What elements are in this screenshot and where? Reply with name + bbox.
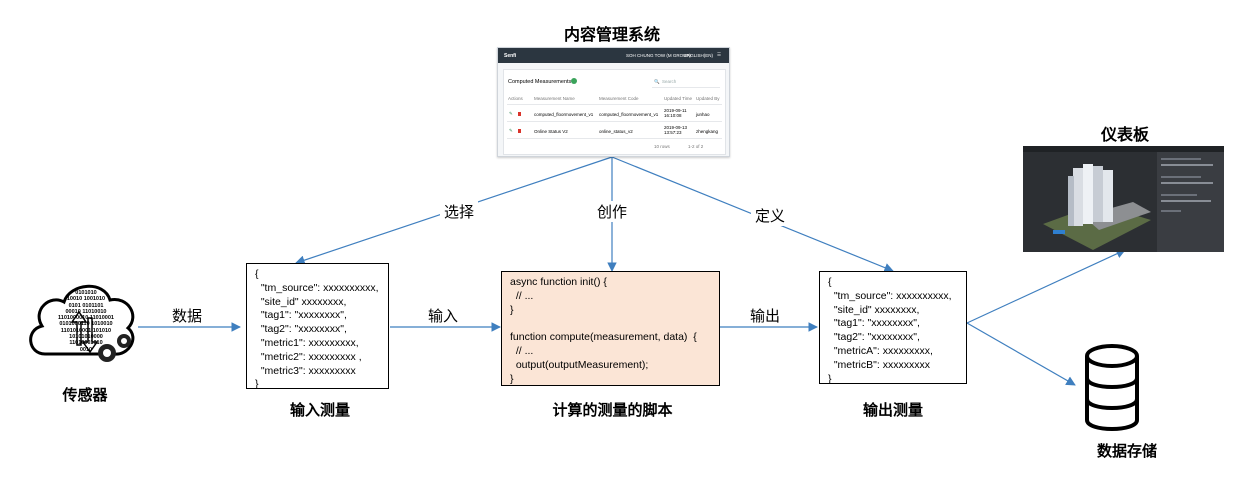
code-line: "metric2": xxxxxxxxx , xyxy=(255,350,362,363)
menu-icon[interactable]: ☰ xyxy=(717,52,721,58)
code-line: "tm_source": xxxxxxxxxx, xyxy=(255,281,379,294)
code-line: } xyxy=(510,372,514,385)
cms-user[interactable]: SOH CHUNG TOW (M GROUP) xyxy=(626,53,691,58)
building-3d-view xyxy=(1043,164,1151,250)
code-line: "site_id" xxxxxxxx, xyxy=(255,295,347,308)
table-cell: Online Status V2 xyxy=(534,129,568,134)
code-line: "metricB": xxxxxxxxx xyxy=(828,358,930,371)
cms-topbar: Senfi SOH CHUNG TOW (M GROUP) ENGLISH(EN… xyxy=(498,48,729,63)
input-measurement-title: 输入测量 xyxy=(289,402,350,419)
code-line: "tag1": "xxxxxxxx", xyxy=(255,309,347,322)
code-line: output(outputMeasurement); xyxy=(510,358,649,371)
storage-arrow xyxy=(966,322,1076,386)
code-line: "tag2": "xxxxxxxx", xyxy=(255,323,347,336)
code-line: async function init() { xyxy=(510,276,607,288)
code-line: function compute(measurement, data) { xyxy=(510,331,697,344)
column-header: Measurement Code xyxy=(599,96,639,101)
sensor-binary-text: 0101010 10010 1001010 0101 0101101 00010… xyxy=(42,290,130,353)
cms-title: 内容管理系统 xyxy=(563,27,660,44)
script-box: async function init() { // ...} function… xyxy=(501,271,720,386)
dashboard-arrow xyxy=(966,249,1126,324)
cms-card: Computed Measurements 🔍 Search Actions M… xyxy=(503,69,726,155)
code-line: } xyxy=(510,303,514,316)
add-icon[interactable] xyxy=(571,78,577,84)
input-measurement-box: { "tm_source": xxxxxxxxxx, "site_id" xxx… xyxy=(246,263,389,389)
code-line: { xyxy=(828,276,832,288)
database-icon xyxy=(1085,344,1139,431)
search-icon: 🔍 xyxy=(654,79,660,84)
column-header: Measurement Name xyxy=(534,96,575,101)
edge-label-define: 定义 xyxy=(751,205,790,226)
code-line: // ... xyxy=(510,344,534,357)
dashboard-screenshot xyxy=(1023,146,1224,252)
column-header: Actions xyxy=(508,96,523,101)
table-cell: online_status_v2 xyxy=(599,129,633,134)
code-line: "metric3": xxxxxxxxx xyxy=(255,364,356,377)
edit-icon[interactable]: ✎ xyxy=(509,111,513,117)
delete-icon[interactable] xyxy=(518,112,521,116)
edge-label-output: 输出 xyxy=(746,305,785,326)
page-info: 1-2 of 2 xyxy=(688,144,704,149)
dashboard-side-panel xyxy=(1157,152,1224,252)
code-line: "tag1": "xxxxxxxx", xyxy=(828,317,920,330)
binary-line: 0010 xyxy=(79,346,93,353)
column-header: Updated Time xyxy=(664,96,693,101)
table-cell: junhao xyxy=(696,112,710,117)
edge-label-data: 数据 xyxy=(168,305,207,326)
table-cell: computed_floormovement_v1 xyxy=(599,112,659,117)
code-line: { xyxy=(255,268,259,280)
code-line: "site_id" xxxxxxxx, xyxy=(828,303,920,316)
sensor-title: 传感器 xyxy=(62,387,108,404)
cms-screenshot: Senfi SOH CHUNG TOW (M GROUP) ENGLISH(EN… xyxy=(497,47,730,157)
code-line: "metricA": xxxxxxxxx, xyxy=(828,344,933,357)
delete-icon[interactable] xyxy=(518,129,521,133)
output-measurement-title: 输出测量 xyxy=(862,402,923,419)
code-line: } xyxy=(255,378,259,389)
output-measurement-box: { "tm_source": xxxxxxxxxx, "site_id" xxx… xyxy=(819,271,967,384)
script-title: 计算的测量的脚本 xyxy=(552,402,673,419)
code-line: "metric1": xxxxxxxxx, xyxy=(255,336,359,349)
edge-label-author: 创作 xyxy=(593,201,632,222)
column-header: Updated By xyxy=(696,96,720,101)
cms-card-title: Computed Measurements xyxy=(508,79,572,85)
table-cell: 2019-09-13 13:57:23 xyxy=(664,125,688,135)
edge-label-input: 输入 xyxy=(424,305,463,326)
cms-search-input[interactable]: Search xyxy=(662,79,676,84)
code-line: "tm_source": xxxxxxxxxx, xyxy=(828,289,952,302)
rows-per-page[interactable]: 10 rows xyxy=(654,144,670,149)
code-line: } xyxy=(828,372,832,384)
table-cell: computed_floormovement_v1 xyxy=(534,112,594,117)
cms-logo: Senfi xyxy=(504,53,517,59)
table-cell: zhengkang xyxy=(696,129,719,134)
edit-icon[interactable]: ✎ xyxy=(509,128,513,134)
code-line: "tag2": "xxxxxxxx", xyxy=(828,331,920,344)
dashboard-title: 仪表板 xyxy=(1100,127,1149,144)
cms-lang[interactable]: ENGLISH(EN) xyxy=(684,53,713,58)
table-cell: 2019-09-11 16:10:08 xyxy=(664,108,687,118)
storage-title: 数据存储 xyxy=(1096,443,1157,460)
code-line: // ... xyxy=(510,289,534,302)
edge-label-select: 选择 xyxy=(440,201,479,222)
